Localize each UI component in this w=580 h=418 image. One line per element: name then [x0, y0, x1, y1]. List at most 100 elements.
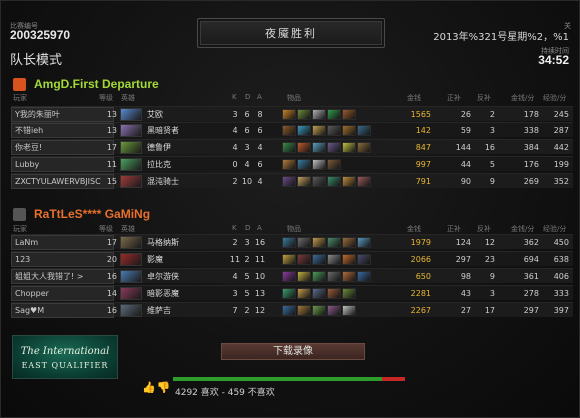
item-icon[interactable] [312, 305, 326, 316]
last-hits: 124 [455, 238, 471, 247]
item-icon[interactable] [282, 109, 296, 120]
item-icon[interactable] [357, 237, 371, 248]
hero-portrait-icon[interactable] [120, 253, 142, 266]
hero-portrait-icon[interactable] [120, 141, 142, 154]
hero-portrait-icon[interactable] [120, 175, 142, 188]
item-icon[interactable] [342, 142, 356, 153]
download-replay-button[interactable]: 下载录像 [221, 343, 365, 360]
col-a: A [257, 93, 262, 101]
player-name: 你老豆! [11, 140, 114, 155]
player-name: Y我的朱丽叶 [11, 107, 114, 122]
item-icon[interactable] [282, 142, 296, 153]
item-icon[interactable] [297, 109, 311, 120]
player-row[interactable]: LaNm 17 马格纳斯 2 3 16 1979 124 12 362 450 [11, 234, 573, 250]
hero-portrait-icon[interactable] [120, 287, 142, 300]
last-hits: 27 [460, 306, 471, 315]
item-icon[interactable] [282, 288, 296, 299]
player-row[interactable]: 不错ieh 13 黑暗贤者 4 6 6 142 59 3 338 287 [11, 122, 573, 138]
item-icon[interactable] [297, 288, 311, 299]
item-icon[interactable] [342, 288, 356, 299]
item-icon[interactable] [342, 176, 356, 187]
item-icon[interactable] [312, 159, 326, 170]
item-icon[interactable] [312, 271, 326, 282]
col-k: K [232, 224, 237, 232]
item-icon[interactable] [312, 142, 326, 153]
item-icon[interactable] [312, 176, 326, 187]
hero-name: 马格纳斯 [147, 238, 179, 247]
item-icon[interactable] [297, 254, 311, 265]
gold: 1979 [410, 238, 431, 247]
player-row[interactable]: Chopper 14 暗影恶魔 3 5 13 2281 43 3 278 333 [11, 285, 573, 301]
hero-portrait-icon[interactable] [120, 158, 142, 171]
item-icon[interactable] [282, 125, 296, 136]
item-icon[interactable] [327, 142, 341, 153]
item-icon[interactable] [297, 305, 311, 316]
hero-name: 影魔 [147, 255, 163, 264]
item-icon[interactable] [357, 271, 371, 282]
player-row[interactable]: 你老豆! 17 德鲁伊 4 3 4 847 144 16 384 442 [11, 139, 573, 155]
player-name: 不错ieh [11, 123, 114, 138]
last-hits: 59 [460, 126, 471, 135]
item-icon[interactable] [297, 142, 311, 153]
item-icon[interactable] [357, 254, 371, 265]
item-icon[interactable] [327, 159, 341, 170]
hero-name: 混沌骑士 [147, 177, 179, 186]
item-icon[interactable] [312, 254, 326, 265]
item-icon[interactable] [342, 109, 356, 120]
item-icon[interactable] [327, 109, 341, 120]
player-level: 17 [106, 238, 117, 247]
item-icon[interactable] [282, 159, 296, 170]
item-icon[interactable] [357, 176, 371, 187]
item-icon[interactable] [327, 125, 341, 136]
item-icon[interactable] [327, 305, 341, 316]
item-icon[interactable] [357, 125, 371, 136]
assists: 12 [254, 306, 266, 315]
item-icon[interactable] [312, 237, 326, 248]
game-mode: 队长模式 [10, 53, 63, 68]
gold: 847 [415, 143, 431, 152]
hero-portrait-icon[interactable] [120, 270, 142, 283]
item-icon[interactable] [342, 237, 356, 248]
item-icon[interactable] [327, 271, 341, 282]
item-icon[interactable] [327, 176, 341, 187]
hero-portrait-icon[interactable] [120, 108, 142, 121]
hero-portrait-icon[interactable] [120, 124, 142, 137]
item-icon[interactable] [327, 237, 341, 248]
item-icon[interactable] [342, 271, 356, 282]
player-row[interactable]: Y我的朱丽叶 13 艾欧 3 6 8 1565 26 2 178 245 [11, 106, 573, 122]
item-icon[interactable] [342, 305, 356, 316]
thumbs-up-icon[interactable]: 👍 [142, 381, 156, 394]
item-slots [282, 109, 356, 120]
item-icon[interactable] [297, 176, 311, 187]
item-icon[interactable] [357, 142, 371, 153]
item-icon[interactable] [282, 176, 296, 187]
player-row[interactable]: Sag♥M 16 维萨吉 7 2 12 2267 27 17 297 397 [11, 302, 573, 318]
item-icon[interactable] [342, 254, 356, 265]
item-icon[interactable] [297, 271, 311, 282]
deaths: 4 [244, 160, 250, 169]
item-icon[interactable] [327, 288, 341, 299]
item-icon[interactable] [282, 305, 296, 316]
item-icon[interactable] [297, 125, 311, 136]
item-icon[interactable] [297, 159, 311, 170]
hero-portrait-icon[interactable] [120, 236, 142, 249]
assists: 4 [257, 143, 263, 152]
item-icon[interactable] [327, 254, 341, 265]
player-name: 123 [11, 252, 114, 267]
player-row[interactable]: 123 20 影魔 11 2 11 2066 297 23 694 638 [11, 251, 573, 267]
item-icon[interactable] [282, 271, 296, 282]
player-row[interactable]: Lubby 11 拉比克 0 4 6 997 44 5 176 199 [11, 156, 573, 172]
item-icon[interactable] [282, 254, 296, 265]
thumbs-down-icon[interactable]: 👎 [157, 381, 171, 394]
item-icon[interactable] [312, 288, 326, 299]
item-icon[interactable] [312, 125, 326, 136]
item-icon[interactable] [297, 237, 311, 248]
xp-per-minute: 442 [553, 143, 569, 152]
gold-per-minute: 269 [523, 177, 539, 186]
item-icon[interactable] [312, 109, 326, 120]
item-icon[interactable] [282, 237, 296, 248]
item-icon[interactable] [342, 125, 356, 136]
player-row[interactable]: 姐姐大人我错了! >16 卓尔游侠 4 5 10 650 98 9 361 406 [11, 268, 573, 284]
player-row[interactable]: ZXCTYULAWERVBJISC 15 混沌骑士 2 10 4 791 90 9 269 352 [11, 173, 573, 189]
hero-portrait-icon[interactable] [120, 304, 142, 317]
